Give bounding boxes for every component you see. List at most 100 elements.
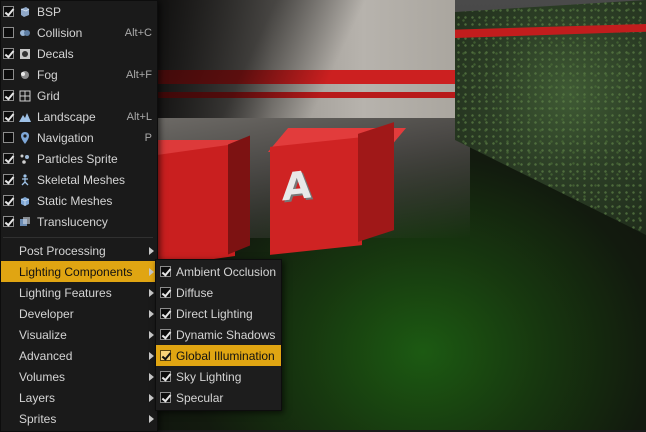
checkbox-checked[interactable] (160, 266, 171, 277)
show-flag-collision[interactable]: Collision Alt+C (1, 22, 157, 43)
chevron-right-icon (149, 330, 154, 339)
cube-left-side (228, 135, 250, 255)
show-flag-label: BSP (37, 4, 62, 19)
checkbox-checked[interactable] (3, 174, 14, 185)
submenu-label: Layers (19, 390, 56, 405)
submenu-label: Advanced (19, 348, 73, 363)
cube-letter-glyph: A (282, 162, 312, 210)
cube-right-side (358, 122, 394, 242)
checkbox-unchecked[interactable] (3, 69, 14, 80)
lighting-specular[interactable]: Specular (156, 387, 281, 408)
lighting-component-label: Diffuse (176, 285, 214, 300)
show-flag-label: Collision (37, 25, 83, 40)
checkbox-checked[interactable] (160, 329, 171, 340)
show-flag-label: Grid (37, 88, 60, 103)
show-flag-skeletal-meshes[interactable]: Skeletal Meshes (1, 169, 157, 190)
decals-icon (19, 48, 31, 60)
show-flag-fog[interactable]: Fog Alt+F (1, 64, 157, 85)
show-flag-label: Particles Sprite (37, 151, 118, 166)
cube-left[interactable] (150, 144, 235, 268)
submenu-advanced[interactable]: Advanced (1, 345, 157, 366)
submenu-volumes[interactable]: Volumes (1, 366, 157, 387)
wall-shadow (150, 0, 455, 118)
collision-icon (19, 27, 31, 39)
checkbox-checked[interactable] (160, 371, 171, 382)
checkbox-checked[interactable] (3, 6, 14, 17)
checkbox-checked[interactable] (3, 111, 14, 122)
landscape-icon (19, 111, 31, 123)
show-flag-label: Translucency (37, 214, 108, 229)
chevron-right-icon (149, 267, 154, 276)
chevron-right-icon (149, 246, 154, 255)
show-flag-label: Skeletal Meshes (37, 172, 126, 187)
fog-icon (19, 69, 31, 81)
lighting-component-label: Specular (176, 390, 224, 405)
submenu-label: Lighting Features (19, 285, 112, 300)
lighting-ambient-occlusion[interactable]: Ambient Occlusion (156, 261, 281, 282)
checkbox-unchecked[interactable] (3, 27, 14, 38)
show-flag-grid[interactable]: Grid (1, 85, 157, 106)
submenu-label: Lighting Components (19, 264, 133, 279)
submenu-post-processing[interactable]: Post Processing (1, 240, 157, 261)
lighting-direct-lighting[interactable]: Direct Lighting (156, 303, 281, 324)
submenu-developer[interactable]: Developer (1, 303, 157, 324)
show-flag-particles-sprite[interactable]: Particles Sprite (1, 148, 157, 169)
show-flag-landscape[interactable]: Landscape Alt+L (1, 106, 157, 127)
shortcut-hint: Alt+C (124, 26, 152, 39)
chevron-right-icon (149, 393, 154, 402)
chevron-right-icon (149, 351, 154, 360)
show-flag-navigation[interactable]: Navigation P (1, 127, 157, 148)
lighting-sky-lighting[interactable]: Sky Lighting (156, 366, 281, 387)
chevron-right-icon (149, 309, 154, 318)
show-flag-label: Decals (37, 46, 74, 61)
show-flags-menu: BSP Collision Alt+C Decals Fog Alt+F Grid Lands… (0, 0, 158, 432)
menu-separator (3, 237, 153, 238)
checkbox-checked[interactable] (3, 90, 14, 101)
show-flag-decals[interactable]: Decals (1, 43, 157, 64)
lighting-components-submenu: Ambient Occlusion Diffuse Direct Lighting D… (155, 259, 282, 411)
checkbox-checked[interactable] (3, 195, 14, 206)
lighting-global-illumination[interactable]: Global Illumination (156, 345, 281, 366)
show-flag-label: Static Meshes (37, 193, 113, 208)
shortcut-hint: P (144, 131, 152, 144)
static-mesh-icon (19, 195, 31, 207)
lighting-diffuse[interactable]: Diffuse (156, 282, 281, 303)
checkbox-checked[interactable] (3, 153, 14, 164)
submenu-sprites[interactable]: Sprites (1, 408, 157, 429)
show-flag-label: Navigation (37, 130, 94, 145)
lighting-dynamic-shadows[interactable]: Dynamic Shadows (156, 324, 281, 345)
submenu-label: Sprites (19, 411, 57, 426)
submenu-lighting-components[interactable]: Lighting Components (1, 261, 157, 282)
show-flag-bsp[interactable]: BSP (1, 1, 157, 22)
grid-icon (19, 90, 31, 102)
submenu-layers[interactable]: Layers (1, 387, 157, 408)
bsp-icon (19, 6, 31, 18)
show-flag-translucency[interactable]: Translucency (1, 211, 157, 232)
checkbox-checked[interactable] (160, 350, 171, 361)
submenu-visualize[interactable]: Visualize (1, 324, 157, 345)
checkbox-checked[interactable] (3, 216, 14, 227)
shortcut-hint: Alt+F (126, 68, 152, 81)
navigation-icon (19, 131, 31, 144)
show-flag-static-meshes[interactable]: Static Meshes (1, 190, 157, 211)
shortcut-hint: Alt+L (126, 110, 152, 123)
lighting-component-label: Sky Lighting (176, 369, 242, 384)
checkbox-checked[interactable] (160, 308, 171, 319)
checkbox-checked[interactable] (160, 287, 171, 298)
lighting-component-label: Global Illumination (176, 348, 275, 363)
translucency-icon (19, 216, 31, 228)
lighting-component-label: Dynamic Shadows (176, 327, 276, 342)
submenu-lighting-features[interactable]: Lighting Features (1, 282, 157, 303)
show-flag-label: Fog (37, 67, 58, 82)
checkbox-checked[interactable] (160, 392, 171, 403)
lighting-component-label: Direct Lighting (176, 306, 253, 321)
submenu-label: Visualize (19, 327, 67, 342)
show-flag-label: Landscape (37, 109, 96, 124)
submenu-label: Volumes (19, 369, 66, 384)
submenu-label: Post Processing (19, 243, 106, 258)
skeletal-mesh-icon (19, 173, 31, 186)
chevron-right-icon (149, 372, 154, 381)
checkbox-unchecked[interactable] (3, 132, 14, 143)
checkbox-checked[interactable] (3, 48, 14, 59)
chevron-right-icon (149, 414, 154, 423)
